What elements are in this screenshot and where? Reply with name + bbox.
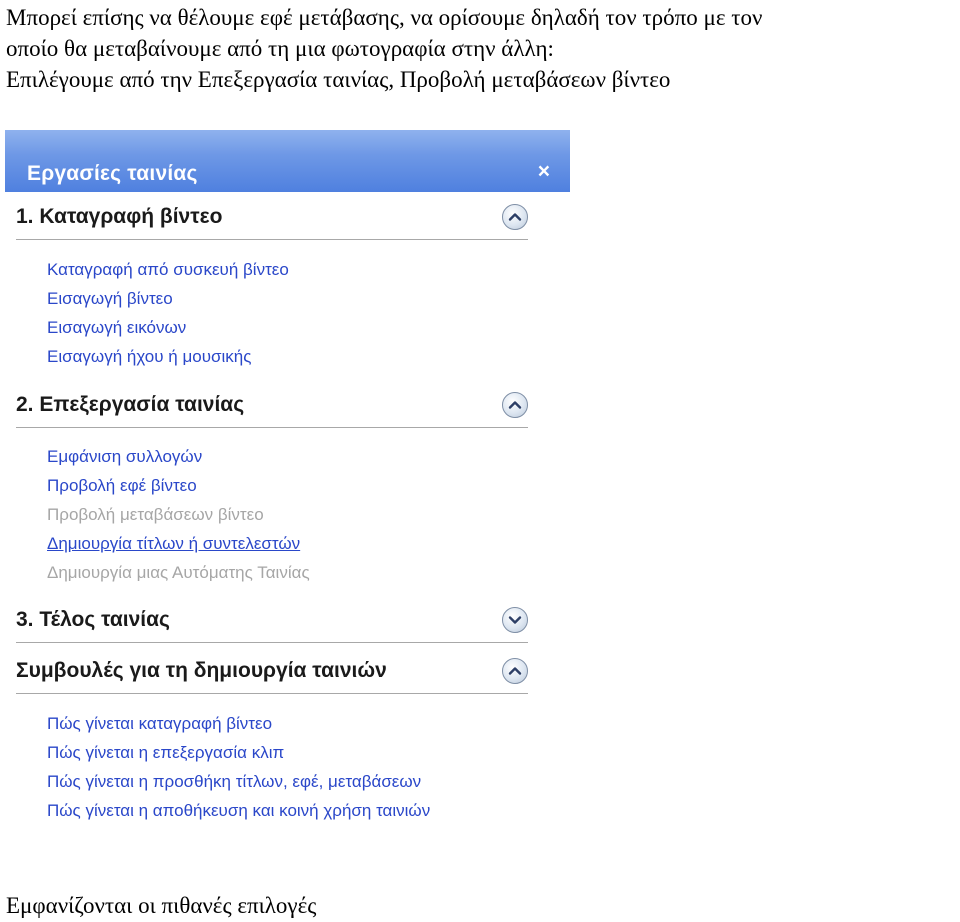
movie-tasks-pane-header: Εργασίες ταινίας × [5, 130, 570, 192]
intro-line: οποίο θα μεταβαίνουμε από τη μια φωτογρα… [6, 36, 554, 61]
task-link-view-video-effects[interactable]: Προβολή εφέ βίντεο [47, 476, 197, 496]
task-link-show-collections[interactable]: Εμφάνιση συλλογών [47, 447, 202, 467]
task-link-import-pictures[interactable]: Εισαγωγή εικόνων [47, 318, 186, 338]
pane-title: Εργασίες ταινίας [27, 162, 198, 185]
section-title: 1. Καταγραφή βίντεο [16, 205, 223, 228]
intro-line: Μπορεί επίσης να θέλουμε εφέ μετάβασης, … [6, 5, 763, 30]
task-link-import-video[interactable]: Εισαγωγή βίντεο [47, 289, 173, 309]
section-title: 3. Τέλος ταινίας [16, 608, 170, 631]
movie-tasks-screenshot: Εργασίες ταινίας × 1. Καταγραφή βίντεο Κ… [5, 130, 570, 890]
section-header-finish-movie[interactable]: 3. Τέλος ταινίας [16, 606, 528, 643]
chevron-up-icon[interactable] [502, 658, 528, 684]
task-link-how-to-capture[interactable]: Πώς γίνεται καταγραφή βίντεο [47, 714, 272, 734]
chevron-up-icon[interactable] [502, 204, 528, 230]
task-link-make-automovie: Δημιουργία μιας Αυτόματης Ταινίας [47, 563, 310, 582]
task-link-capture-from-device[interactable]: Καταγραφή από συσκευή βίντεο [47, 260, 289, 280]
task-link-how-to-add-titles[interactable]: Πώς γίνεται η προσθήκη τίτλων, εφέ, μετα… [47, 772, 421, 792]
section-header-capture-video[interactable]: 1. Καταγραφή βίντεο [16, 203, 528, 240]
task-link-make-titles-credits[interactable]: Δημιουργία τίτλων ή συντελεστών [47, 534, 300, 554]
task-link-how-to-edit-clips[interactable]: Πώς γίνεται η επεξεργασία κλιπ [47, 743, 284, 763]
section-header-edit-movie[interactable]: 2. Επεξεργασία ταινίας [16, 391, 528, 428]
intro-text: Μπορεί επίσης να θέλουμε εφέ μετάβασης, … [6, 2, 956, 95]
intro-line: Επιλέγουμε από την Επεξεργασία ταινίας, … [6, 67, 671, 92]
task-link-view-video-transitions: Προβολή μεταβάσεων βίντεο [47, 505, 264, 524]
section-title: Συμβουλές για τη δημιουργία ταινιών [16, 659, 387, 682]
chevron-up-icon[interactable] [502, 392, 528, 418]
section-header-movie-tips[interactable]: Συμβουλές για τη δημιουργία ταινιών [16, 657, 528, 694]
task-link-import-audio[interactable]: Εισαγωγή ήχου ή μουσικής [47, 347, 251, 367]
chevron-down-icon[interactable] [502, 607, 528, 633]
caption-text: Εμφανίζονται οι πιθανές επιλογές [6, 893, 317, 918]
section-title: 2. Επεξεργασία ταινίας [16, 393, 245, 416]
task-link-how-to-save-share[interactable]: Πώς γίνεται η αποθήκευση και κοινή χρήση… [47, 801, 430, 821]
close-icon[interactable]: × [538, 160, 550, 184]
